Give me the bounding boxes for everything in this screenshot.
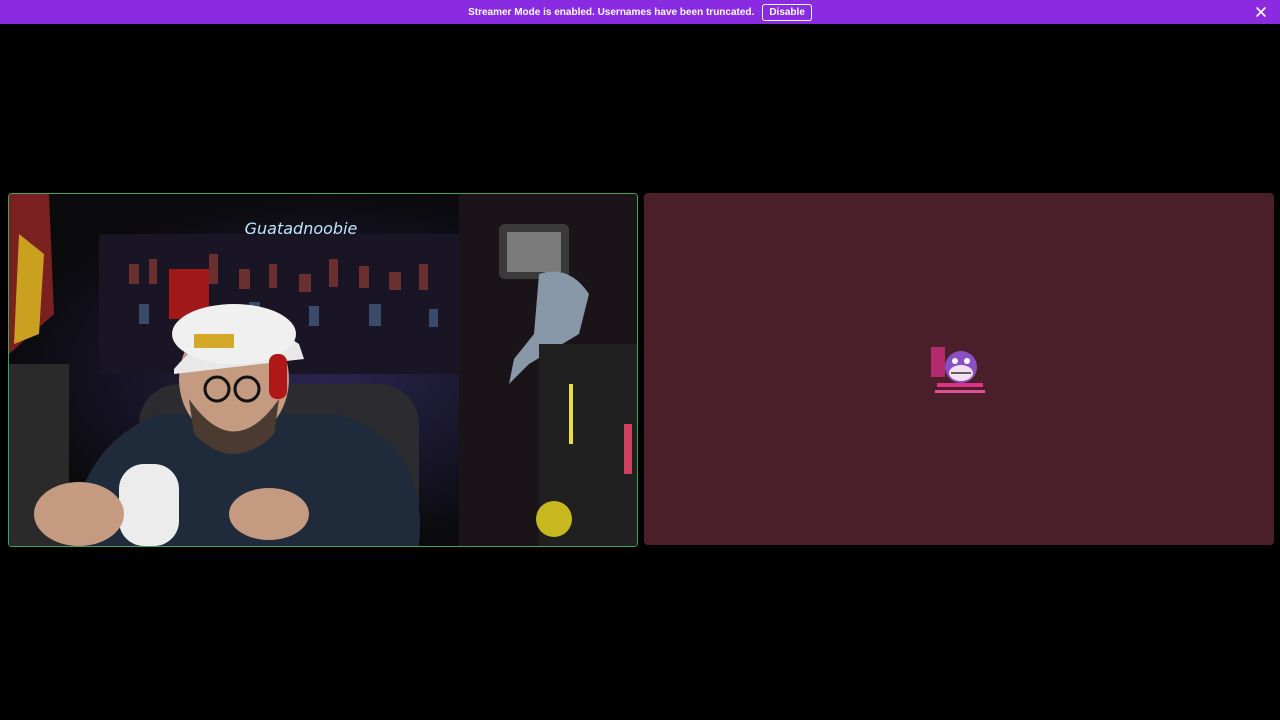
streamer-mode-banner: Streamer Mode is enabled. Usernames have… xyxy=(0,0,1280,24)
participant-avatar-tile[interactable] xyxy=(644,193,1274,545)
participant-video-tile[interactable]: Guatadnoobie xyxy=(8,193,638,547)
svg-text:Guatadnoobie: Guatadnoobie xyxy=(245,219,358,238)
banner-message: Streamer Mode is enabled. Usernames have… xyxy=(468,6,755,18)
voice-call-stage: Guatadnoobie xyxy=(0,24,1280,720)
disable-streamer-mode-button[interactable]: Disable xyxy=(762,3,812,21)
close-icon[interactable] xyxy=(1254,5,1268,19)
user-avatar xyxy=(929,343,989,397)
webcam-video-feed: Guatadnoobie xyxy=(9,194,637,546)
